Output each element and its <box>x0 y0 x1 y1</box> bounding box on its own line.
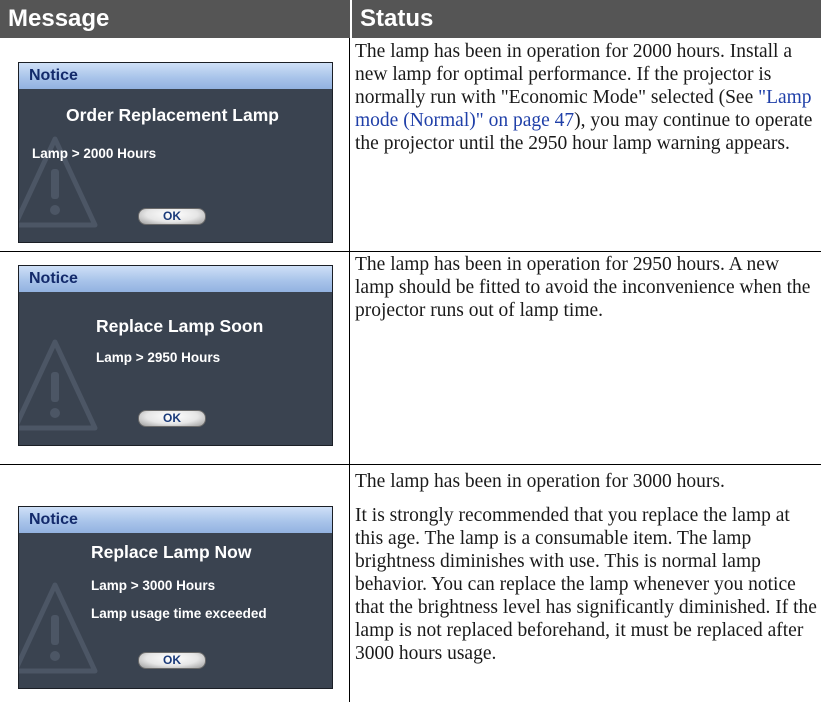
row-divider-1-status <box>350 251 821 252</box>
lamp-message-table: Message Status Notice Order Replacement … <box>0 0 821 702</box>
status-paragraph: It is strongly recommended that you repl… <box>355 505 817 664</box>
status-text: The lamp has been in operation for 2000 … <box>355 41 793 108</box>
status-paragraph: The lamp has been in operation for 2950 … <box>355 254 811 321</box>
column-header-status: Status <box>352 0 821 38</box>
column-header-message: Message <box>0 0 350 38</box>
notice-lamp-hours: Lamp > 2000 Hours <box>32 146 157 161</box>
ok-button[interactable]: OK <box>138 208 206 225</box>
notice-title: Notice <box>19 63 332 89</box>
notice-title: Notice <box>19 507 332 533</box>
status-text-2000: The lamp has been in operation for 2000 … <box>355 40 817 155</box>
status-text-2950: The lamp has been in operation for 2950 … <box>355 253 817 322</box>
notice-heading: Replace Lamp Soon <box>96 316 264 336</box>
ok-button[interactable]: OK <box>138 410 206 427</box>
notice-heading: Order Replacement Lamp <box>66 105 279 125</box>
notice-dialog-2000: Notice Order Replacement Lamp Lamp > 200… <box>18 62 333 243</box>
column-divider <box>349 38 350 702</box>
notice-dialog-2950: Notice Replace Lamp Soon Lamp > 2950 Hou… <box>18 265 333 446</box>
status-paragraph: The lamp has been in operation for 2000 … <box>355 40 817 155</box>
row-divider-2-status <box>350 464 821 465</box>
status-paragraph: The lamp has been in operation for 3000 … <box>355 471 725 492</box>
warning-triangle-icon <box>19 339 98 431</box>
status-text-3000: The lamp has been in operation for 3000 … <box>355 470 817 665</box>
row-divider-1 <box>0 251 350 252</box>
warning-triangle-icon <box>19 582 98 674</box>
notice-title: Notice <box>19 266 332 292</box>
notice-usage-exceeded: Lamp usage time exceeded <box>91 606 267 621</box>
notice-lamp-hours: Lamp > 2950 Hours <box>96 350 221 365</box>
notice-heading: Replace Lamp Now <box>91 542 252 562</box>
notice-dialog-3000: Notice Replace Lamp Now Lamp > 3000 Hour… <box>18 506 333 689</box>
notice-lamp-hours: Lamp > 3000 Hours <box>91 578 216 593</box>
row-divider-2 <box>0 464 350 465</box>
ok-button[interactable]: OK <box>138 652 206 669</box>
